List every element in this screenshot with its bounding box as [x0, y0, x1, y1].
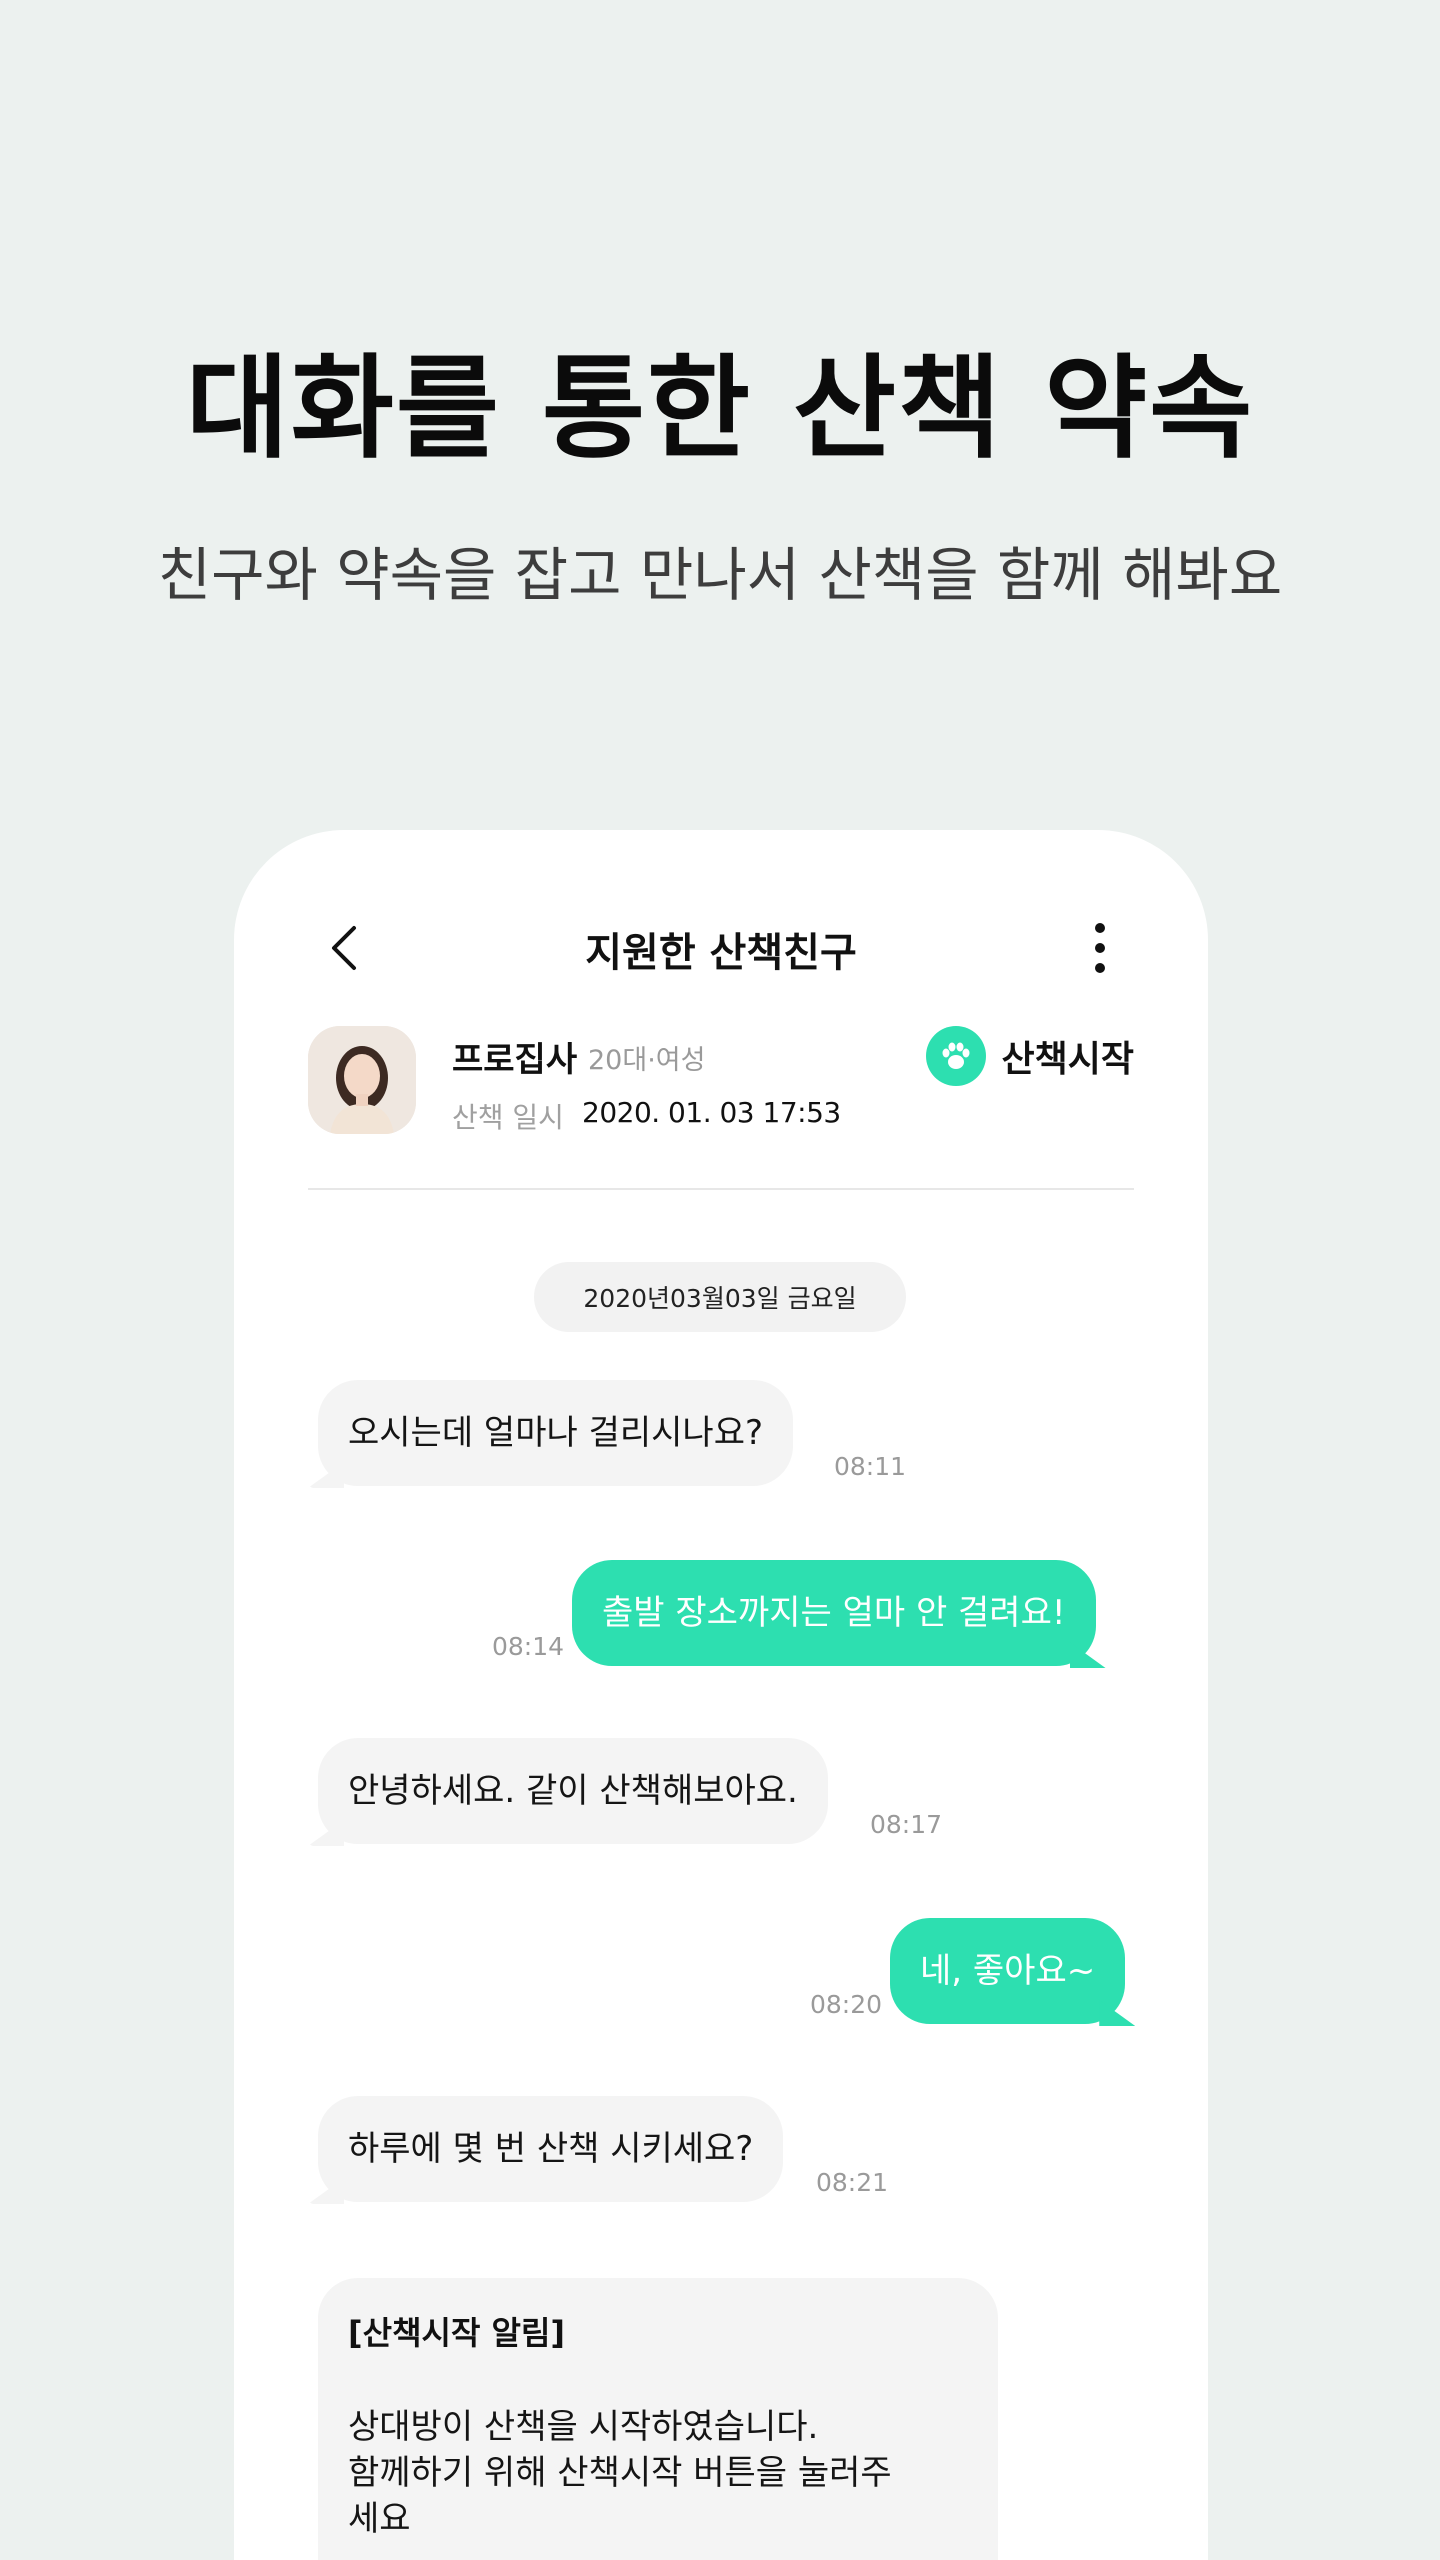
- paw-icon: [925, 1026, 986, 1086]
- walk-start-button[interactable]: 산책시작: [925, 1026, 1134, 1086]
- date-separator: 2020년03월03일 금요일: [534, 1262, 906, 1332]
- page-title: 지원한 산책친구: [585, 930, 857, 976]
- partner-meta: 20대·여성: [588, 1045, 706, 1076]
- walk-date-value: 2020. 01. 03 17:53: [582, 1096, 841, 1129]
- incoming-message: 하루에 몇 번 산책 시키세요?: [318, 2096, 784, 2202]
- outgoing-message: 네, 좋아요~: [890, 1918, 1126, 2024]
- partner-profile: 프로집사 20대·여성 산책 일시 2020. 01. 03 17:53 산책시…: [308, 1026, 1134, 1186]
- avatar[interactable]: [308, 1026, 416, 1134]
- partner-name: 프로집사: [452, 1040, 578, 1080]
- notice-title: [산책시작 알림]: [348, 2314, 566, 2352]
- incoming-message: 오시는데 얼마나 걸리시나요?: [318, 1380, 794, 1486]
- message-time: 08:17: [870, 1810, 943, 1839]
- walk-start-label: 산책시작: [1001, 1039, 1134, 1080]
- message-time: 08:20: [810, 1990, 883, 2019]
- more-vertical-icon: [1095, 923, 1105, 973]
- message-time: 08:14: [492, 1632, 565, 1661]
- promo-subline: 친구와 약속을 잡고 만나서 산책을 함께 해봐요: [157, 541, 1283, 609]
- walk-start-notice: [산책시작 알림] 상대방이 산책을 시작하였습니다. 함께하기 위해 산책시작…: [318, 2278, 998, 2560]
- promo-headline: 대화를 통한 산책 약속: [185, 344, 1255, 474]
- outgoing-message: 출발 장소까지는 얼마 안 걸려요!: [572, 1560, 1096, 1666]
- incoming-message: 안녕하세요. 같이 산책해보아요.: [318, 1738, 828, 1844]
- message-time: 08:21: [816, 2168, 889, 2197]
- more-options-button[interactable]: [1080, 914, 1120, 982]
- walk-date-label: 산책 일시: [452, 1101, 564, 1134]
- top-bar: 지원한 산책친구: [234, 890, 1208, 1010]
- phone-screen: 지원한 산책친구 프로집사 20대·여성 산책 일시 2020. 01. 03 …: [234, 830, 1208, 2560]
- promo-page: 대화를 통한 산책 약속 친구와 약속을 잡고 만나서 산책을 함께 해봐요 지…: [0, 0, 1440, 2560]
- notice-body: 상대방이 산책을 시작하였습니다. 함께하기 위해 산책시작 버튼을 눌러주 세…: [348, 2407, 892, 2539]
- message-time: 08:11: [834, 1452, 907, 1481]
- divider: [308, 1188, 1134, 1190]
